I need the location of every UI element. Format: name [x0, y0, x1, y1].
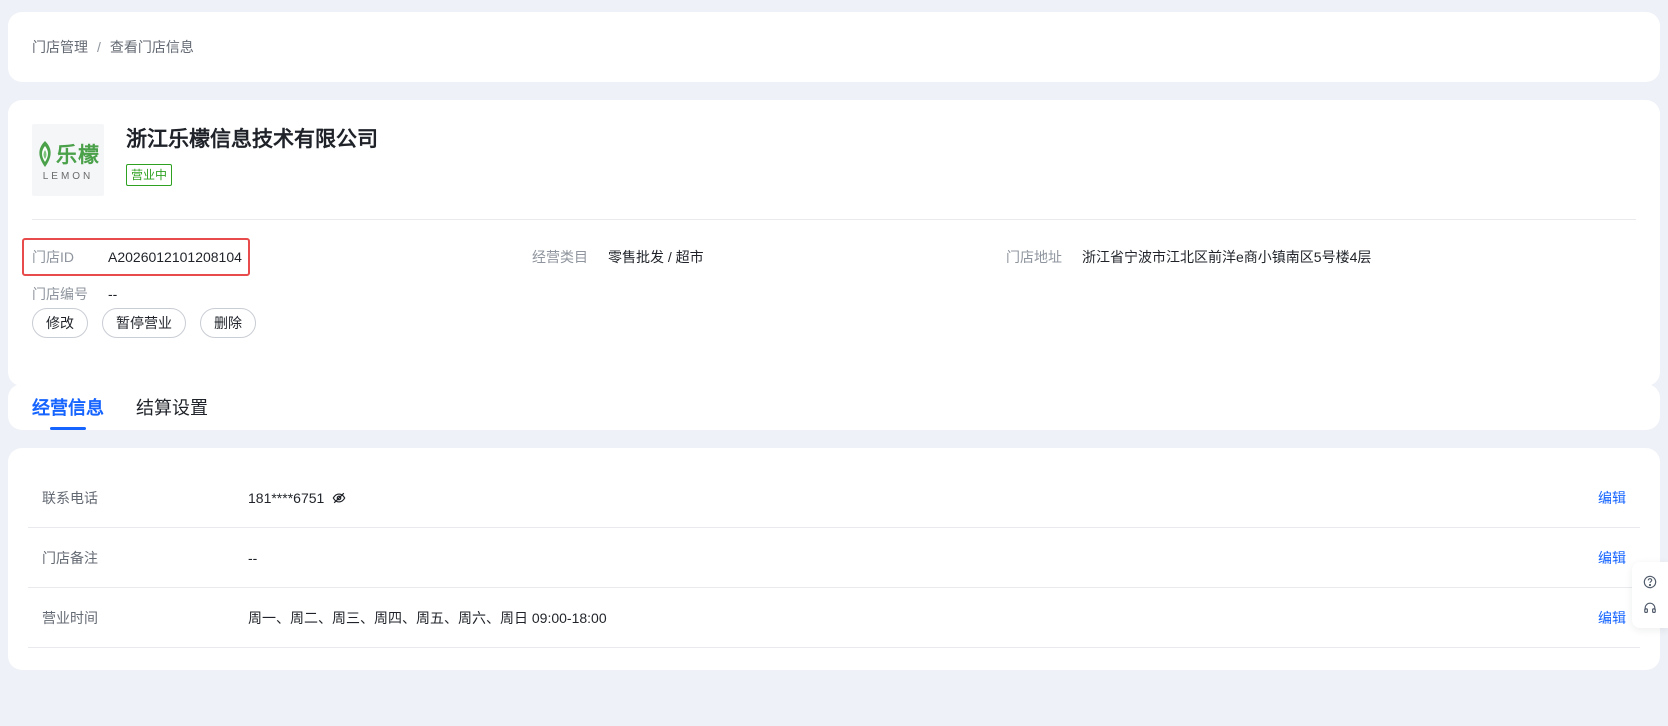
- meta-label: 门店编号: [32, 286, 88, 302]
- store-code-value: --: [108, 286, 118, 302]
- business-info-panel: 联系电话 181****6751 编辑 门店备注 -- 编辑 营业时间 周一、周…: [8, 448, 1660, 670]
- detail-row-phone: 联系电话 181****6751 编辑: [28, 468, 1640, 528]
- status-badge: 营业中: [126, 164, 173, 186]
- store-name: 浙江乐檬信息技术有限公司: [126, 128, 378, 151]
- tabs-bar: 经营信息 结算设置: [8, 384, 1660, 430]
- edit-phone-link[interactable]: 编辑: [1598, 488, 1626, 508]
- hours-value: 周一、周二、周三、周四、周五、周六、周日 09:00-18:00: [248, 609, 607, 626]
- meta-label: 经营类目: [532, 249, 588, 265]
- breadcrumb: 门店管理 / 查看门店信息: [32, 37, 194, 57]
- tab-business-info[interactable]: 经营信息: [32, 384, 104, 430]
- phone-value: 181****6751: [248, 489, 325, 506]
- tab-settlement-settings[interactable]: 结算设置: [136, 384, 208, 430]
- meta-label: 门店地址: [1006, 249, 1062, 265]
- meta-address: 门店地址 浙江省宁波市江北区前洋e商小镇南区5号楼4层: [1006, 247, 1371, 267]
- edit-hours-link[interactable]: 编辑: [1598, 608, 1626, 628]
- pause-business-button[interactable]: 暂停营业: [102, 308, 186, 338]
- store-actions: 修改 暂停营业 删除: [32, 308, 1636, 338]
- store-title-block: 浙江乐檬信息技术有限公司 营业中: [126, 124, 378, 186]
- meta-label: 门店ID: [32, 249, 74, 265]
- delete-store-button[interactable]: 删除: [200, 308, 256, 338]
- edit-remark-link[interactable]: 编辑: [1598, 548, 1626, 568]
- store-info-card: 乐檬 LEMON 浙江乐檬信息技术有限公司 营业中 门店ID A20260121…: [8, 100, 1660, 386]
- row-value-phone: 181****6751: [248, 490, 346, 506]
- store-meta-grid: 门店ID A2026012101208104 经营类目 零售批发 / 超市 门店…: [22, 220, 1636, 308]
- headset-icon[interactable]: [1643, 601, 1657, 615]
- meta-store-code: 门店编号 --: [32, 284, 117, 304]
- store-header: 乐檬 LEMON 浙江乐檬信息技术有限公司 营业中: [32, 124, 1636, 220]
- row-label: 联系电话: [42, 489, 98, 506]
- edit-store-button[interactable]: 修改: [32, 308, 88, 338]
- row-label: 营业时间: [42, 609, 98, 626]
- logo-en-text: LEMON: [42, 170, 94, 182]
- category-value: 零售批发 / 超市: [608, 249, 704, 265]
- breadcrumb-current: 查看门店信息: [109, 39, 194, 55]
- store-logo: 乐檬 LEMON: [32, 124, 104, 196]
- store-id-value: A2026012101208104: [108, 249, 242, 265]
- logo-cn-text: 乐檬: [56, 143, 100, 167]
- meta-category: 经营类目 零售批发 / 超市: [532, 247, 704, 267]
- side-toolbar: [1632, 562, 1668, 628]
- row-label: 门店备注: [42, 549, 98, 566]
- help-icon[interactable]: [1643, 575, 1657, 589]
- detail-row-hours: 营业时间 周一、周二、周三、周四、周五、周六、周日 09:00-18:00 编辑: [28, 588, 1640, 648]
- breadcrumb-card: 门店管理 / 查看门店信息: [8, 12, 1660, 82]
- breadcrumb-root-link[interactable]: 门店管理: [32, 37, 88, 57]
- remark-value: --: [248, 549, 258, 566]
- eye-off-icon[interactable]: [332, 491, 346, 505]
- address-value: 浙江省宁波市江北区前洋e商小镇南区5号楼4层: [1082, 249, 1372, 265]
- meta-store-id: 门店ID A2026012101208104: [32, 247, 242, 267]
- page: 门店管理 / 查看门店信息 乐檬 LEMON 浙江乐檬信息技术有限公司 营业中 …: [0, 0, 1668, 726]
- leaf-logo-icon: [39, 140, 51, 167]
- detail-row-remark: 门店备注 -- 编辑: [28, 528, 1640, 588]
- breadcrumb-separator: /: [97, 39, 101, 55]
